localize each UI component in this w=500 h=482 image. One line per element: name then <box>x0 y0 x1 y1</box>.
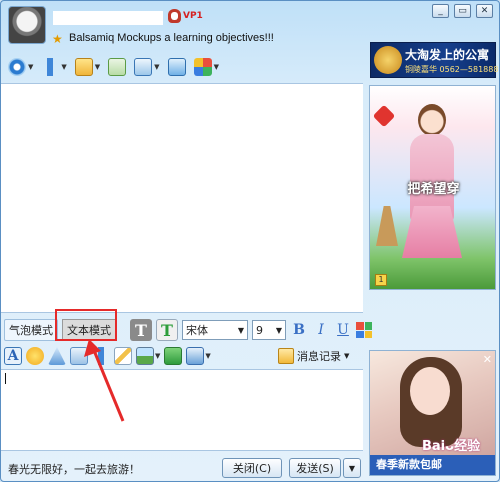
ad-watermark: Baiᴗ经验 <box>422 439 481 454</box>
penguin-icon <box>168 9 181 23</box>
font-size-select[interactable]: 9 ▼ <box>252 320 286 340</box>
message-input[interactable] <box>1 369 363 451</box>
ad-tag-icon: 1 <box>375 274 387 286</box>
close-button[interactable]: 关闭(C) <box>222 458 282 478</box>
microphone-icon <box>41 58 60 76</box>
font-size-value: 9 <box>256 323 263 337</box>
send-image-button[interactable]: ▼ <box>136 346 160 366</box>
music-button[interactable] <box>164 346 183 366</box>
status-message: 春光无限好，一起去旅游！ <box>8 463 140 476</box>
bold-button[interactable]: B <box>290 320 308 340</box>
emoji-button[interactable] <box>26 346 44 366</box>
voice-message-button[interactable] <box>70 346 88 366</box>
message-history-label: 消息记录 <box>297 350 341 363</box>
screen-capture-button[interactable]: ▼ <box>186 346 211 366</box>
send-options-button[interactable]: ▼ <box>343 458 361 478</box>
close-window-button[interactable]: ✕ <box>476 4 493 18</box>
ad-figure-head <box>418 104 446 136</box>
message-history-area[interactable] <box>1 83 363 313</box>
vip-label: VP1 <box>183 11 203 21</box>
bubble-mode-button[interactable]: 气泡模式 <box>4 319 58 341</box>
add-app-icon <box>108 58 127 76</box>
close-icon[interactable]: ✕ <box>483 353 492 366</box>
video-call-button[interactable]: ▼ <box>5 56 36 78</box>
chat-window: VP1 ★ Balsamiq Mockups a learning object… <box>0 0 500 482</box>
voice-call-button[interactable]: ▼ <box>38 56 69 78</box>
remote-assist-button[interactable] <box>165 56 189 78</box>
contact-signature: Balsamiq Mockups a learning objectives!!… <box>69 32 274 44</box>
bottom-ad-banner[interactable]: ✕ Baiᴗ经验 春季新款包邮 <box>369 350 496 476</box>
voice-message-icon <box>70 347 88 365</box>
ad-subtitle: 铜陵嘉华 0562—5818888 <box>405 65 500 74</box>
history-icon <box>278 348 294 364</box>
chevron-down-icon[interactable]: ▼ <box>154 63 159 71</box>
send-button[interactable]: 发送(S) <box>289 458 341 478</box>
vip-badge[interactable]: VP1 <box>168 9 203 23</box>
pencil-icon <box>114 347 132 365</box>
minimize-button[interactable]: _ <box>432 4 449 18</box>
microphone-icon <box>92 347 110 365</box>
chevron-down-icon[interactable]: ▼ <box>205 352 210 360</box>
chevron-down-icon[interactable]: ▼ <box>95 63 100 71</box>
window-controls: _ ▭ ✕ <box>432 4 493 18</box>
app-button[interactable] <box>105 56 129 78</box>
main-toolbar: ▼ ▼ ▼ ▼ ▼ <box>5 55 222 79</box>
screen-capture-icon <box>186 347 205 365</box>
star-icon: ★ <box>52 32 63 46</box>
scribble-button[interactable] <box>114 346 132 366</box>
status-bar: 春光无限好，一起去旅游！ 关闭(C) 发送(S) ▼ <box>1 456 363 480</box>
more-apps-icon <box>193 58 212 76</box>
restore-button[interactable]: ▭ <box>454 4 471 18</box>
file-transfer-button[interactable]: ▼ <box>72 56 103 78</box>
ad-title: 大淘发上的公寓 <box>405 48 490 62</box>
color-palette-icon[interactable] <box>356 322 372 338</box>
shake-icon <box>48 347 66 365</box>
camera-icon <box>8 58 26 76</box>
image-icon <box>136 347 154 365</box>
font-a-icon: A <box>4 347 22 365</box>
chevron-down-icon[interactable]: ▼ <box>214 63 219 71</box>
text-caret <box>5 373 6 384</box>
screen-share-button[interactable]: ▼ <box>131 56 162 78</box>
redacted-contact-name <box>53 11 163 25</box>
heart-icon <box>372 104 396 128</box>
message-history-button[interactable]: 消息记录 ▼ <box>278 346 349 366</box>
top-ad-banner[interactable]: 大淘发上的公寓 铜陵嘉华 0562—5818888 <box>370 42 499 78</box>
smiley-icon <box>26 347 44 365</box>
chevron-down-icon[interactable]: ▼ <box>155 352 160 360</box>
transfer-icon <box>74 58 93 76</box>
chevron-down-icon[interactable]: ▼ <box>28 63 33 71</box>
shake-button[interactable] <box>48 346 66 366</box>
font-family-value: 宋体 <box>186 324 208 337</box>
chevron-down-icon[interactable]: ▼ <box>61 63 66 71</box>
ad-bottom-caption: 春季新款包邮 <box>370 455 495 475</box>
contact-avatar[interactable] <box>8 6 46 44</box>
ad-model-face <box>410 367 450 415</box>
ad-slogan: 把希望穿 <box>407 182 460 197</box>
ad-logo <box>374 46 402 74</box>
underline-button[interactable]: U <box>334 320 352 340</box>
font-family-select[interactable]: 宋体 ▼ <box>182 320 248 340</box>
italic-button[interactable]: I <box>312 320 330 340</box>
side-ad-banner[interactable]: 把希望穿 1 <box>369 85 496 290</box>
font-style-gray-icon[interactable]: T <box>130 319 152 341</box>
voice-input-button[interactable] <box>92 346 110 366</box>
windmill-graphic <box>376 206 398 246</box>
music-icon <box>164 347 183 365</box>
chevron-down-icon: ▼ <box>344 352 350 360</box>
font-style-color-icon[interactable]: T <box>156 319 178 341</box>
chevron-down-icon: ▼ <box>275 325 282 335</box>
screen-share-icon <box>134 58 153 76</box>
text-mode-highlight-box <box>55 309 117 341</box>
font-button[interactable]: A <box>4 346 22 366</box>
more-apps-button[interactable]: ▼ <box>191 56 222 78</box>
input-toolbar: A ▼ ▼ <box>4 345 211 367</box>
chevron-down-icon: ▼ <box>237 325 244 335</box>
screenshot-icon <box>167 58 186 76</box>
